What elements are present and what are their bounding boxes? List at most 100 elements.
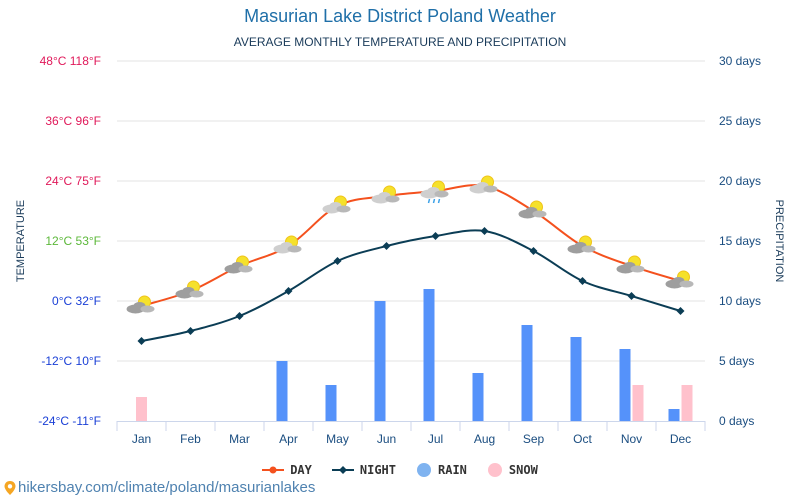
right-axis-ticks: 0 days 5 days 10 days 15 days 20 days 25 days… xyxy=(719,54,761,428)
weather-icons xyxy=(126,175,694,314)
left-tick-label: -12°C 10°F xyxy=(41,354,101,368)
source-link[interactable]: hikersbay.com/climate/poland/masurianlak… xyxy=(4,479,315,496)
snow-dot-icon xyxy=(487,463,502,477)
cloud-shape xyxy=(630,265,645,273)
x-tick-label: Jul xyxy=(428,432,443,446)
cloud-shape xyxy=(679,280,694,288)
rain-bar xyxy=(619,349,631,421)
rain-bar xyxy=(472,373,484,421)
x-tick-label: Apr xyxy=(279,432,298,446)
night-point xyxy=(382,242,391,250)
legend-item-day[interactable]: DAY xyxy=(262,462,312,478)
legend: DAY NIGHT RAIN SNOW xyxy=(0,462,800,478)
legend-item-snow[interactable]: SNOW xyxy=(487,462,538,478)
legend-label-rain: RAIN xyxy=(438,463,467,477)
cloud-shape xyxy=(287,245,302,253)
night-point xyxy=(676,307,685,315)
snow-bar xyxy=(136,397,147,421)
cloud-shape xyxy=(336,205,351,213)
left-tick-label: 48°C 118°F xyxy=(40,54,101,68)
temperature-lines xyxy=(137,184,685,345)
cloud-shape xyxy=(238,265,253,273)
night-point xyxy=(431,232,440,240)
legend-label-snow: SNOW xyxy=(508,463,538,477)
sun-cloud-icon xyxy=(224,255,253,274)
x-tick-label: Mar xyxy=(229,432,250,446)
rain-bar xyxy=(521,325,533,421)
cloud-shape xyxy=(483,185,498,193)
cloud-shape xyxy=(189,290,204,298)
right-axis-label: PRECIPITATION xyxy=(773,200,785,283)
location-pin-icon xyxy=(4,480,16,495)
rain-dot-icon xyxy=(417,463,431,477)
x-tick-label: Nov xyxy=(621,432,642,446)
left-tick-label: -24°C -11°F xyxy=(38,414,101,428)
x-tick-label: Oct xyxy=(573,432,592,446)
snow-bar xyxy=(632,385,644,421)
left-tick-label: 12°C 53°F xyxy=(45,234,101,248)
rain-bar xyxy=(276,361,288,421)
sun-rain-cloud-icon xyxy=(420,180,449,204)
night-point xyxy=(137,337,146,345)
night-point xyxy=(333,257,342,265)
sun-cloud-icon xyxy=(371,185,400,204)
right-tick-label: 25 days xyxy=(719,114,761,128)
legend-item-night[interactable]: NIGHT xyxy=(331,462,396,478)
legend-label-day: DAY xyxy=(290,463,312,477)
left-tick-label: 0°C 32°F xyxy=(52,294,101,308)
right-tick-label: 10 days xyxy=(719,294,761,308)
night-line xyxy=(141,229,681,342)
night-point xyxy=(529,247,538,255)
right-tick-label: 15 days xyxy=(719,234,761,248)
x-tick-label: Feb xyxy=(180,432,201,446)
rain-bar xyxy=(423,289,435,421)
night-line-marker-icon xyxy=(331,466,354,474)
left-axis-label: TEMPERATURE xyxy=(15,200,27,282)
sun-cloud-icon xyxy=(126,295,155,314)
rain-drop xyxy=(437,198,441,204)
cloud-shape xyxy=(532,210,547,218)
x-tick-label: May xyxy=(326,432,349,446)
weather-chart: -24°C -11°F -12°C 10°F 0°C 32°F 12°C 53°F 24… xyxy=(15,54,785,446)
rain-bar xyxy=(374,301,386,421)
sun-cloud-icon xyxy=(175,280,204,299)
sun-cloud-icon xyxy=(665,270,694,289)
x-tick-label: Dec xyxy=(670,432,691,446)
left-tick-label: 24°C 75°F xyxy=(45,174,101,188)
x-axis: Jan Feb Mar Apr May Jun Jul Aug Sep Oct Nov Dec xyxy=(116,421,706,446)
cloud-shape xyxy=(581,245,596,253)
rain-bar xyxy=(570,337,582,421)
night-point xyxy=(578,277,587,285)
night-point xyxy=(235,312,244,320)
cloud-shape xyxy=(385,195,400,203)
left-axis-ticks: -24°C -11°F -12°C 10°F 0°C 32°F 12°C 53°F 24… xyxy=(38,54,101,428)
snow-bar xyxy=(681,385,693,421)
sun-cloud-icon xyxy=(616,255,645,274)
right-tick-label: 30 days xyxy=(719,54,761,68)
night-point xyxy=(627,292,636,300)
rain-bar xyxy=(325,385,337,421)
legend-label-night: NIGHT xyxy=(359,463,396,477)
precipitation-bars xyxy=(136,289,693,421)
rain-bar xyxy=(668,409,680,421)
right-tick-label: 5 days xyxy=(719,354,754,368)
grid-lines xyxy=(117,60,705,362)
night-point xyxy=(186,327,195,335)
night-point xyxy=(480,227,489,235)
left-tick-label: 36°C 96°F xyxy=(45,114,101,128)
night-point xyxy=(284,287,293,295)
day-line-marker-icon xyxy=(262,466,285,474)
sun-cloud-icon xyxy=(322,195,351,214)
x-tick-label: Aug xyxy=(474,432,495,446)
legend-item-rain[interactable]: RAIN xyxy=(416,462,467,478)
right-tick-label: 0 days xyxy=(719,414,754,428)
rain-drop xyxy=(427,198,431,204)
right-tick-label: 20 days xyxy=(719,174,761,188)
rain-drop xyxy=(432,198,436,204)
cloud-shape xyxy=(434,190,449,198)
x-tick-label: Sep xyxy=(523,432,545,446)
x-tick-label: Jun xyxy=(377,432,396,446)
x-tick-label: Jan xyxy=(132,432,151,446)
source-url: hikersbay.com/climate/poland/masurianlak… xyxy=(18,479,316,496)
cloud-shape xyxy=(140,305,155,313)
